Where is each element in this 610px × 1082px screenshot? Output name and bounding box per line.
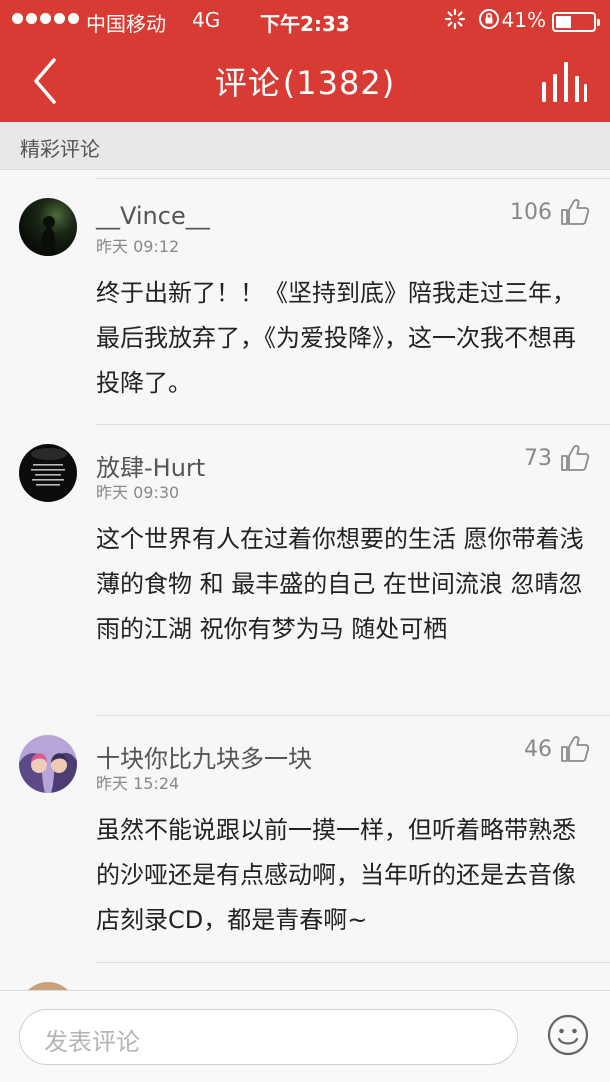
comment-time: 昨天 09:30 [96,483,180,502]
divider [96,178,610,179]
app-header: 中国移动 4G 下午2:33 41% 评论(1382) [0,0,610,122]
battery-icon [552,12,600,32]
comment-time: 昨天 09:12 [96,237,180,256]
divider [96,424,610,425]
battery-percent: 41% [501,8,546,32]
comment-username[interactable]: 放肆-Hurt [96,448,205,483]
carrier-name: 中国移动 [86,12,166,36]
like-button[interactable]: 73 [524,444,590,472]
comment-text: 虽然不能说跟以前一摸一样，但听着略带熟悉的沙哑还是有点感动啊，当年听的还是去音像… [96,816,576,934]
network-type: 4G [192,8,221,32]
page-title-text: 评论 [214,64,281,102]
section-header: 精彩评论 [0,122,610,170]
avatar[interactable] [19,444,77,502]
divider [96,715,610,716]
thumbs-up-icon [561,736,590,762]
page-title: 评论(1382) [0,58,610,104]
comment-text: 终于出新了！！《坚持到底》陪我走过三年，最后我放弃了，《为爱投降》，这一次我不想… [96,279,576,397]
status-bar: 中国移动 4G 下午2:33 41% [0,0,610,40]
emoji-button[interactable] [546,1013,590,1057]
avatar[interactable] [19,198,77,256]
comment-username[interactable]: __Vince__ [96,202,210,230]
rotation-lock-icon [479,9,499,29]
thumbs-up-icon [561,199,590,225]
comment-input-bar: 发表评论 [0,990,610,1082]
like-button[interactable]: 106 [510,198,590,226]
loading-icon [444,8,466,30]
comment-username[interactable]: 十块你比九块多一块 [96,739,312,774]
divider [96,962,610,963]
smiley-face-icon [547,1014,589,1056]
signal-strength-icon [12,13,79,24]
like-count: 73 [524,445,552,471]
section-title: 精彩评论 [20,137,100,161]
bars-chart-button[interactable] [540,60,588,104]
comment-count: (1382) [282,64,396,102]
comment-list[interactable]: __Vince__ 昨天 09:12 106 终于出新了！！《坚持到底》陪我走过… [0,170,610,990]
comment-input[interactable]: 发表评论 [19,1009,518,1065]
bars-chart-icon [542,62,587,102]
thumbs-up-icon [561,445,590,471]
avatar[interactable] [19,735,77,793]
avatar[interactable] [19,982,77,990]
comment-time: 昨天 15:24 [96,774,180,793]
comments-screen: 中国移动 4G 下午2:33 41% 评论(1382) 精彩评论 __Vince… [0,0,610,1082]
like-count: 46 [524,736,552,762]
like-count: 106 [510,199,552,225]
status-time: 下午2:33 [260,12,350,36]
comment-text: 这个世界有人在过着你想要的生活 愿你带着浅薄的食物 和 最丰盛的自己 在世间流浪… [96,525,584,643]
like-button[interactable]: 46 [524,735,590,763]
